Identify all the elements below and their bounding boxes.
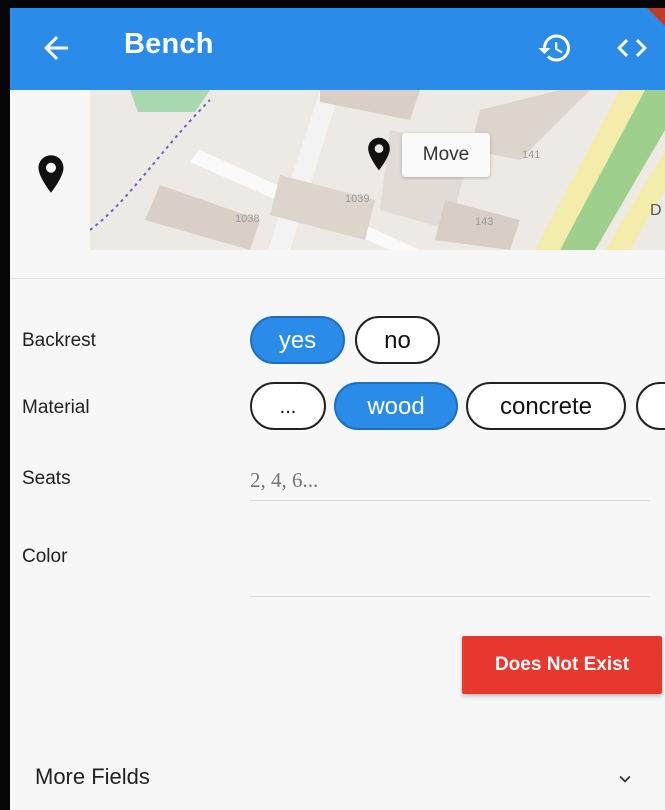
arrow-left-icon[interactable] xyxy=(38,30,74,66)
code-icon[interactable] xyxy=(612,30,652,66)
does-not-exist-button[interactable]: Does Not Exist xyxy=(462,636,662,694)
app-bar: Bench xyxy=(10,8,665,90)
building-number: 143 xyxy=(475,216,493,228)
backrest-label: Backrest xyxy=(22,330,96,351)
backrest-option-yes[interactable]: yes xyxy=(250,316,345,364)
location-strip: 1038 1039 143 141 D Move xyxy=(10,90,665,260)
seats-label: Seats xyxy=(22,468,71,489)
building-number: 141 xyxy=(522,149,540,161)
road-label: D xyxy=(650,202,662,219)
color-input[interactable] xyxy=(250,556,650,597)
divider xyxy=(10,278,665,279)
corner-accent xyxy=(647,8,665,26)
chevron-down-icon xyxy=(619,775,631,783)
page-title: Bench xyxy=(124,28,214,60)
more-fields-label: More Fields xyxy=(35,764,150,789)
more-fields-row[interactable]: More Fields xyxy=(10,728,665,810)
color-label: Color xyxy=(22,546,68,567)
building-number: 1039 xyxy=(345,193,369,205)
move-button[interactable]: Move xyxy=(402,133,490,177)
building-number: 1038 xyxy=(235,213,259,225)
material-option-more[interactable]: ... xyxy=(250,382,326,430)
location-pin-icon xyxy=(38,155,64,193)
material-option-concrete[interactable]: concrete xyxy=(466,382,626,430)
material-option-wood[interactable]: wood xyxy=(334,382,458,430)
material-option-partial[interactable] xyxy=(636,382,665,430)
map-preview[interactable]: 1038 1039 143 141 D Move xyxy=(90,90,665,250)
screen: Bench 1038 1039 143 141 D Move Backrest … xyxy=(10,8,665,810)
seats-input[interactable] xyxy=(250,460,650,501)
map-pin-icon xyxy=(368,137,390,171)
history-icon[interactable] xyxy=(537,30,573,66)
backrest-option-no[interactable]: no xyxy=(355,316,440,364)
material-label: Material xyxy=(22,397,90,418)
